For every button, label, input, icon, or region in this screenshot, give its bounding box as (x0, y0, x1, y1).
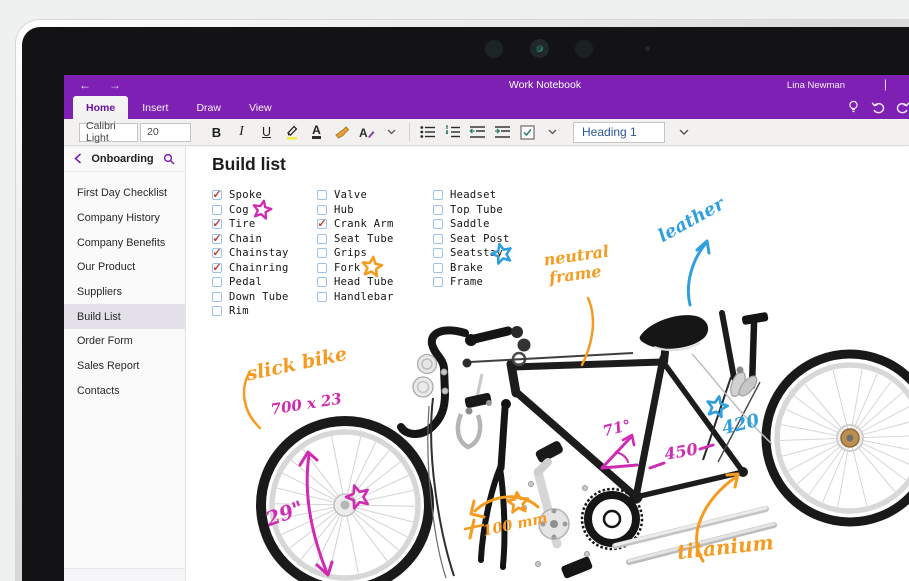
ribbon-tabs: Home Insert Draw View (64, 96, 909, 119)
page-list: First Day Checklist Company History Comp… (64, 172, 185, 403)
annotation-fork-width: 100 mm (481, 509, 549, 539)
stem (465, 326, 513, 346)
sidebar-header: Onboarding (64, 146, 185, 172)
sidebar-item-our-product[interactable]: Our Product (64, 255, 185, 280)
sidebar-footer (64, 568, 185, 581)
underline-button[interactable]: U (254, 121, 279, 143)
forward-icon[interactable]: → (107, 78, 123, 92)
star-doodle-seatstay (490, 242, 512, 265)
brake-lever (464, 373, 492, 409)
chevron-down-icon[interactable] (379, 121, 404, 143)
title-bar: ← → Work Notebook Lina Newman | (64, 75, 909, 96)
italic-button[interactable]: I (229, 121, 254, 143)
toolbar-divider (409, 123, 410, 141)
sidebar-item-suppliers[interactable]: Suppliers (64, 280, 185, 305)
format-painter-button[interactable] (329, 121, 354, 143)
front-brake-caliper (455, 407, 483, 450)
ink-annotations: neutral frame leather slick bike 700 x 2… (242, 193, 775, 577)
sidebar-item-company-benefits[interactable]: Company Benefits (64, 230, 185, 255)
highlighter-button[interactable] (279, 121, 304, 143)
crank-arm (533, 458, 570, 549)
font-name-select[interactable]: Calibri Light (79, 120, 138, 144)
bike-parts-photo: neutral frame leather slick bike 700 x 2… (242, 193, 909, 581)
annotation-leather: leather (655, 193, 730, 247)
section-title[interactable]: Onboarding (82, 153, 163, 165)
sidebar-item-first-day-checklist[interactable]: First Day Checklist (64, 181, 185, 206)
redo-icon[interactable] (895, 99, 909, 115)
tab-view[interactable]: View (235, 96, 286, 119)
chevron-left-icon[interactable] (74, 153, 82, 164)
led-dot (645, 46, 650, 51)
star-doodle-fork-photo (506, 490, 530, 514)
annotation-top-tube-length: 450 (663, 439, 699, 464)
font-size-select[interactable]: 20 (140, 122, 191, 142)
notebook-title: Work Notebook (508, 79, 582, 91)
tab-home[interactable]: Home (73, 96, 129, 119)
back-icon[interactable]: ← (77, 78, 93, 92)
page-list-sidebar: Onboarding First Day Checklist Company H… (64, 146, 186, 581)
page-canvas[interactable]: Build list ✓ Spoke Cog ✓ Tire ✓ Chain ✓ Chai… (186, 146, 909, 581)
sidebar-item-company-history[interactable]: Company History (64, 206, 185, 231)
titlebar-separator: | (883, 77, 887, 91)
bold-button[interactable]: B (204, 121, 229, 143)
onenote-window: ← → Work Notebook Lina Newman | Home Ins… (64, 75, 909, 581)
annotation-seatstay-length: 420 (720, 410, 762, 440)
pedal (561, 556, 593, 579)
star-doodle-fork (361, 255, 384, 278)
chevron-down-icon[interactable] (540, 121, 565, 143)
tab-draw[interactable]: Draw (182, 96, 235, 119)
tab-insert[interactable]: Insert (128, 96, 182, 119)
screenshot: ← → Work Notebook Lina Newman | Home Ins… (0, 0, 909, 581)
account-name[interactable]: Lina Newman (787, 80, 845, 91)
fork (478, 399, 511, 570)
undo-icon[interactable] (870, 99, 886, 115)
star-doodle-420 (706, 395, 730, 419)
decrease-indent-button[interactable] (465, 121, 490, 143)
style-selector[interactable]: Heading 1 (573, 121, 665, 143)
tell-me-lightbulb-icon[interactable] (845, 99, 861, 115)
sidebar-item-sales-report[interactable]: Sales Report (64, 354, 185, 379)
annotation-material: titanium (676, 530, 775, 564)
numbered-list-button[interactable] (440, 121, 465, 143)
chevron-down-icon[interactable] (671, 121, 696, 143)
todo-tag-button[interactable] (515, 121, 540, 143)
star-doodle-cog (252, 199, 273, 220)
annotation-slick-bike: slick bike (243, 343, 349, 386)
svg-text:A: A (359, 126, 368, 140)
bullet-list-button[interactable] (415, 121, 440, 143)
rear-wheel (761, 349, 909, 527)
sidebar-item-build-list[interactable]: Build List (64, 304, 185, 330)
handlebar (397, 326, 469, 438)
increase-indent-button[interactable] (490, 121, 515, 143)
sensor-dot (575, 40, 593, 58)
styles-pen-button[interactable]: A (354, 121, 379, 143)
formatting-toolbar: Calibri Light 20 B I U A A Heading 1 (64, 119, 909, 146)
camera-lens (530, 39, 549, 58)
search-icon[interactable] (163, 153, 175, 165)
sidebar-item-contacts[interactable]: Contacts (64, 379, 185, 404)
annotation-tire-size: 700 x 23 (269, 390, 343, 419)
font-color-button[interactable]: A (304, 121, 329, 143)
saddle (639, 315, 709, 352)
sensor-dot (485, 40, 503, 58)
sidebar-item-order-form[interactable]: Order Form (64, 329, 185, 354)
